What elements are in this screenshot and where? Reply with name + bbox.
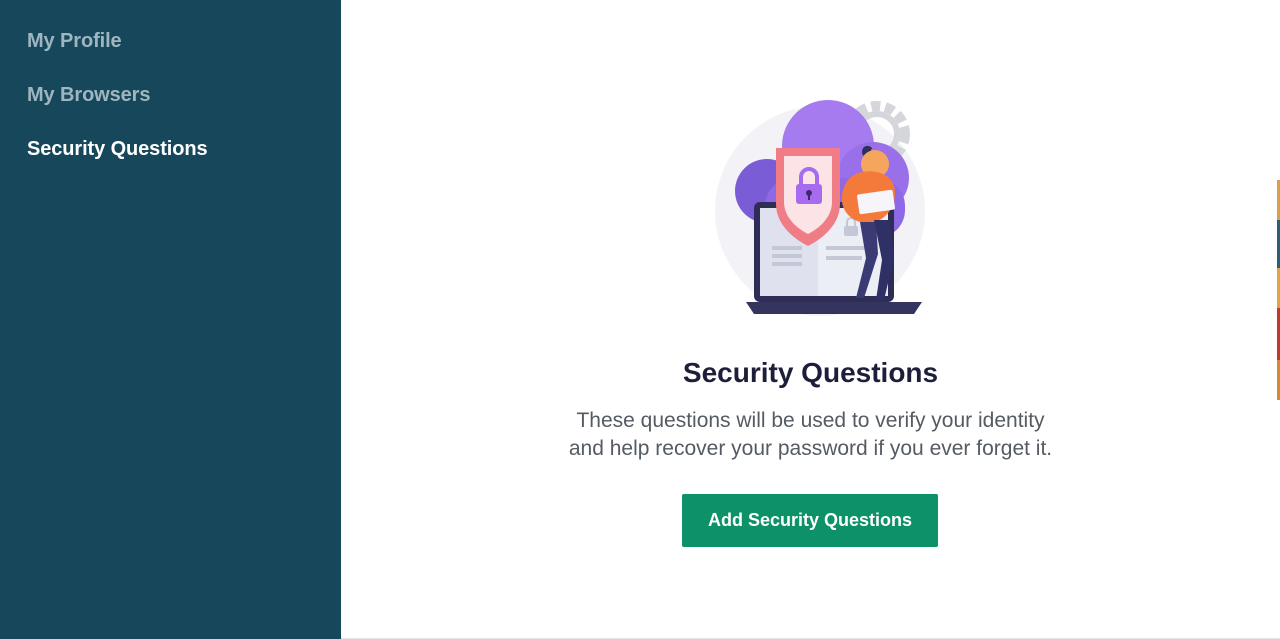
description-line: and help recover your password if you ev… (568, 437, 1053, 460)
sidebar-item-my-profile[interactable]: My Profile (0, 27, 341, 81)
main-content: Security Questions These questions will … (341, 0, 1280, 639)
page-description: These questions will be used to verify y… (341, 407, 1280, 463)
description-line: These questions will be used to verify y… (576, 409, 1045, 432)
page-title: Security Questions (682, 357, 939, 388)
sidebar: My Profile My Browsers Security Question… (0, 0, 341, 639)
add-security-questions-button[interactable]: Add Security Questions (682, 494, 938, 547)
sidebar-item-my-browsers[interactable]: My Browsers (0, 81, 341, 135)
app-window: My Profile My Browsers Security Question… (0, 0, 1280, 639)
security-illustration-icon (715, 100, 925, 316)
sidebar-item-security-questions[interactable]: Security Questions (0, 135, 341, 189)
